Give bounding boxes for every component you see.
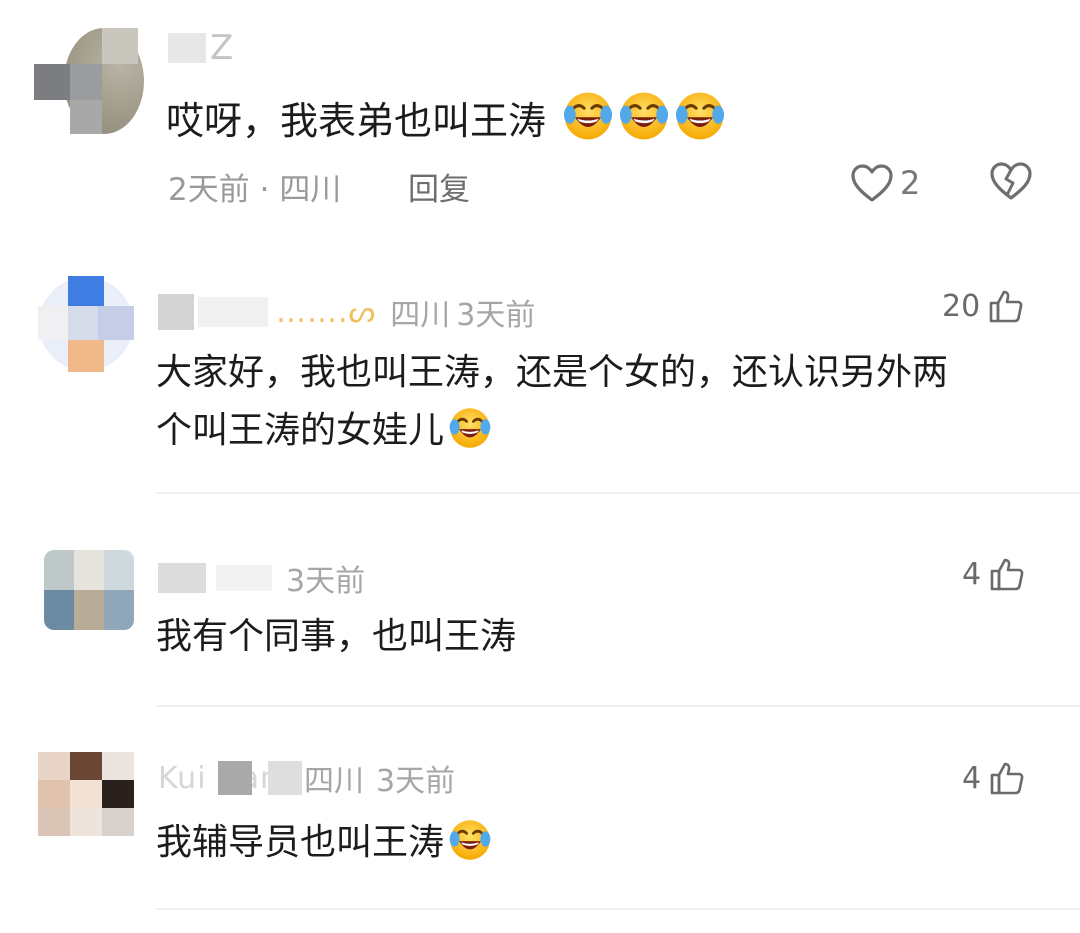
username-redaction	[158, 294, 194, 330]
dislike-button[interactable]	[988, 160, 1034, 206]
emoji-group	[558, 92, 726, 143]
username-redaction	[218, 761, 253, 795]
like-button[interactable]: 2	[850, 160, 920, 206]
comment-text: 大家好，我也叫王涛，还是个女的，还认识另外两 个叫王涛的女娃儿	[156, 344, 948, 468]
username[interactable]: Z	[168, 28, 235, 68]
avatar[interactable]	[34, 28, 144, 134]
thumbs-up-icon	[989, 290, 1023, 323]
broken-heart-icon	[990, 162, 1032, 200]
reply-button[interactable]: 回复	[408, 164, 470, 209]
like-count: 4	[962, 556, 982, 592]
username-redaction	[216, 565, 272, 591]
divider	[156, 492, 1080, 494]
laughing-crying-icon	[448, 818, 492, 880]
comment-location: 四川	[390, 298, 451, 333]
comment-location: 四川	[304, 764, 365, 799]
comment-location: 四川	[279, 172, 342, 208]
comment-time: 3天前	[376, 764, 456, 799]
username-redaction	[268, 761, 303, 795]
laughing-crying-icon	[618, 90, 670, 151]
like-count: 2	[900, 164, 921, 202]
thumbs-up-icon	[990, 762, 1024, 795]
username[interactable]: 3天前	[158, 556, 365, 600]
username-redaction	[168, 33, 206, 63]
username[interactable]: …….ᔕ 四川 3天前	[158, 290, 535, 334]
avatar-pixelated	[38, 276, 134, 372]
comment-text: 我有个同事，也叫王涛	[156, 616, 517, 657]
comment-meta: 2天前 · 四川	[168, 164, 341, 209]
comment-text: 我辅导员也叫王涛	[156, 814, 492, 880]
comment-list: Z 哎呀，我表弟也叫王涛 2天前 · 四川 回复 2 …….ᔕ 四川 3天前 2…	[0, 0, 1080, 933]
heart-outline-icon	[851, 164, 893, 202]
meta-separator: ·	[259, 172, 270, 208]
divider	[156, 705, 1080, 707]
thumbs-up-icon	[990, 558, 1024, 591]
avatar[interactable]	[38, 276, 134, 372]
avatar[interactable]	[38, 752, 134, 836]
like-button[interactable]: 4	[962, 760, 1025, 796]
laughing-crying-icon	[562, 90, 614, 151]
like-button[interactable]: 4	[962, 556, 1025, 592]
username[interactable]: Kui Han 四川 3天前	[158, 756, 455, 800]
username-redaction	[158, 563, 206, 593]
avatar-pixelated	[44, 550, 134, 630]
like-count: 4	[962, 760, 982, 796]
comment-time: 3天前	[286, 564, 366, 599]
avatar[interactable]	[44, 550, 134, 630]
comment-text: 哎呀，我表弟也叫王涛	[166, 90, 726, 151]
like-count: 20	[942, 288, 981, 324]
avatar-pixelated	[38, 752, 134, 836]
laughing-crying-icon	[674, 90, 726, 151]
comment-time: 2天前	[168, 172, 250, 208]
laughing-crying-icon	[448, 406, 492, 468]
username-redaction	[198, 297, 268, 327]
divider	[156, 908, 1080, 910]
comment-time: 3天前	[456, 298, 536, 333]
like-button[interactable]: 20	[942, 288, 1024, 324]
